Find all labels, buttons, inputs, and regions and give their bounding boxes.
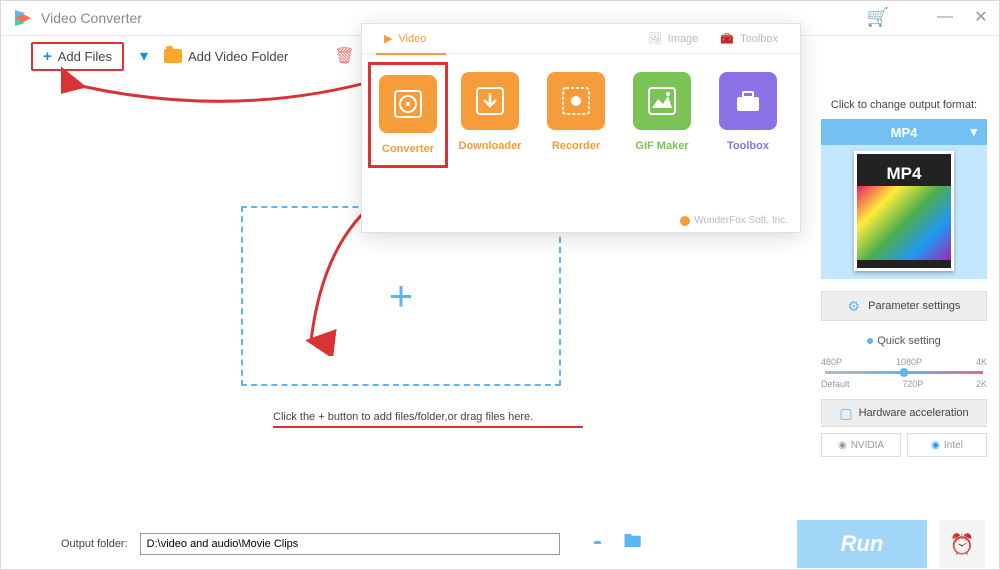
video-icon: ▶: [384, 32, 392, 45]
tools-popup: ▶ Video 🖼 Image 🧰 Toolbox Converter Down…: [361, 23, 801, 233]
popup-item-recorder[interactable]: Recorder: [536, 72, 616, 168]
popup-item-gifmaker[interactable]: GIF Maker: [622, 72, 702, 168]
converter-icon: [379, 75, 437, 133]
popup-tab-image[interactable]: 🖼 Image: [640, 32, 707, 45]
sidebar: Click to change output format: MP4 MP4 ⚙…: [809, 76, 999, 519]
intel-icon: ◉: [931, 440, 940, 451]
app-logo-icon: [13, 8, 33, 28]
bottombar: Output folder: 🖿 Run ⏰: [1, 519, 999, 569]
open-folder-button[interactable]: 🖿: [624, 529, 642, 559]
parameter-settings-button[interactable]: ⚙ Parameter settings: [821, 291, 987, 321]
dropzone-hint: Click the + button to add files/folder,o…: [273, 411, 533, 423]
popup-item-toolbox[interactable]: Toolbox: [708, 72, 788, 168]
nvidia-icon: ◉: [838, 440, 847, 451]
popup-item-downloader[interactable]: Downloader: [450, 72, 530, 168]
plus-icon: +: [43, 48, 52, 65]
annotation-underline: [273, 426, 583, 428]
add-files-button[interactable]: + Add Files: [31, 42, 124, 71]
folder-icon: [164, 49, 182, 63]
popup-tabs: ▶ Video 🖼 Image 🧰 Toolbox: [362, 24, 800, 54]
gpu-intel-button[interactable]: ◉ Intel: [907, 433, 987, 457]
toolbox-tile-icon: [719, 72, 777, 130]
hardware-acceleration-button[interactable]: ▢ Hardware acceleration: [821, 399, 987, 427]
app-title: Video Converter: [41, 10, 142, 26]
dot-icon: [867, 338, 873, 344]
add-files-label: Add Files: [58, 49, 112, 64]
schedule-button[interactable]: ⏰: [939, 520, 985, 568]
chip-icon: ▢: [839, 405, 852, 422]
cart-icon[interactable]: 🛒: [867, 7, 889, 28]
add-files-dropdown[interactable]: ▾: [140, 46, 148, 66]
popup-item-converter[interactable]: Converter: [368, 62, 448, 168]
popup-footer: WonderFox Soft, Inc.: [680, 215, 788, 226]
format-header: MP4: [821, 119, 987, 145]
format-thumbnail: MP4: [854, 151, 954, 271]
close-button[interactable]: ✕: [973, 9, 989, 25]
output-format-label: Click to change output format:: [821, 99, 987, 111]
add-folder-button[interactable]: Add Video Folder: [164, 49, 288, 64]
toolbox-icon: 🧰: [720, 32, 734, 45]
output-folder-label: Output folder:: [61, 538, 128, 550]
output-format-selector[interactable]: MP4 MP4: [821, 119, 987, 279]
quality-slider[interactable]: 480P 1080P 4K Default 720P 2K: [821, 357, 987, 391]
popup-items: Converter Downloader Recorder GIF Maker …: [362, 54, 800, 186]
output-folder-input[interactable]: [140, 533, 560, 555]
dropzone-plus-icon: +: [389, 272, 414, 320]
add-folder-label: Add Video Folder: [188, 49, 288, 64]
settings-icon: ⚙: [848, 298, 861, 315]
gifmaker-icon: [633, 72, 691, 130]
minimize-button[interactable]: —: [937, 9, 953, 25]
popup-tab-video[interactable]: ▶ Video: [376, 32, 434, 45]
run-button[interactable]: Run: [797, 520, 927, 568]
gpu-nvidia-button[interactable]: ◉ NVIDIA: [821, 433, 901, 457]
popup-tab-toolbox[interactable]: 🧰 Toolbox: [712, 32, 786, 45]
trash-icon[interactable]: 🗑: [334, 46, 354, 66]
wonderfox-icon: [680, 216, 690, 226]
recorder-icon: [547, 72, 605, 130]
quick-setting-label: Quick setting: [821, 335, 987, 347]
image-icon: 🖼: [648, 32, 662, 45]
dropzone[interactable]: +: [241, 206, 561, 386]
downloader-icon: [461, 72, 519, 130]
